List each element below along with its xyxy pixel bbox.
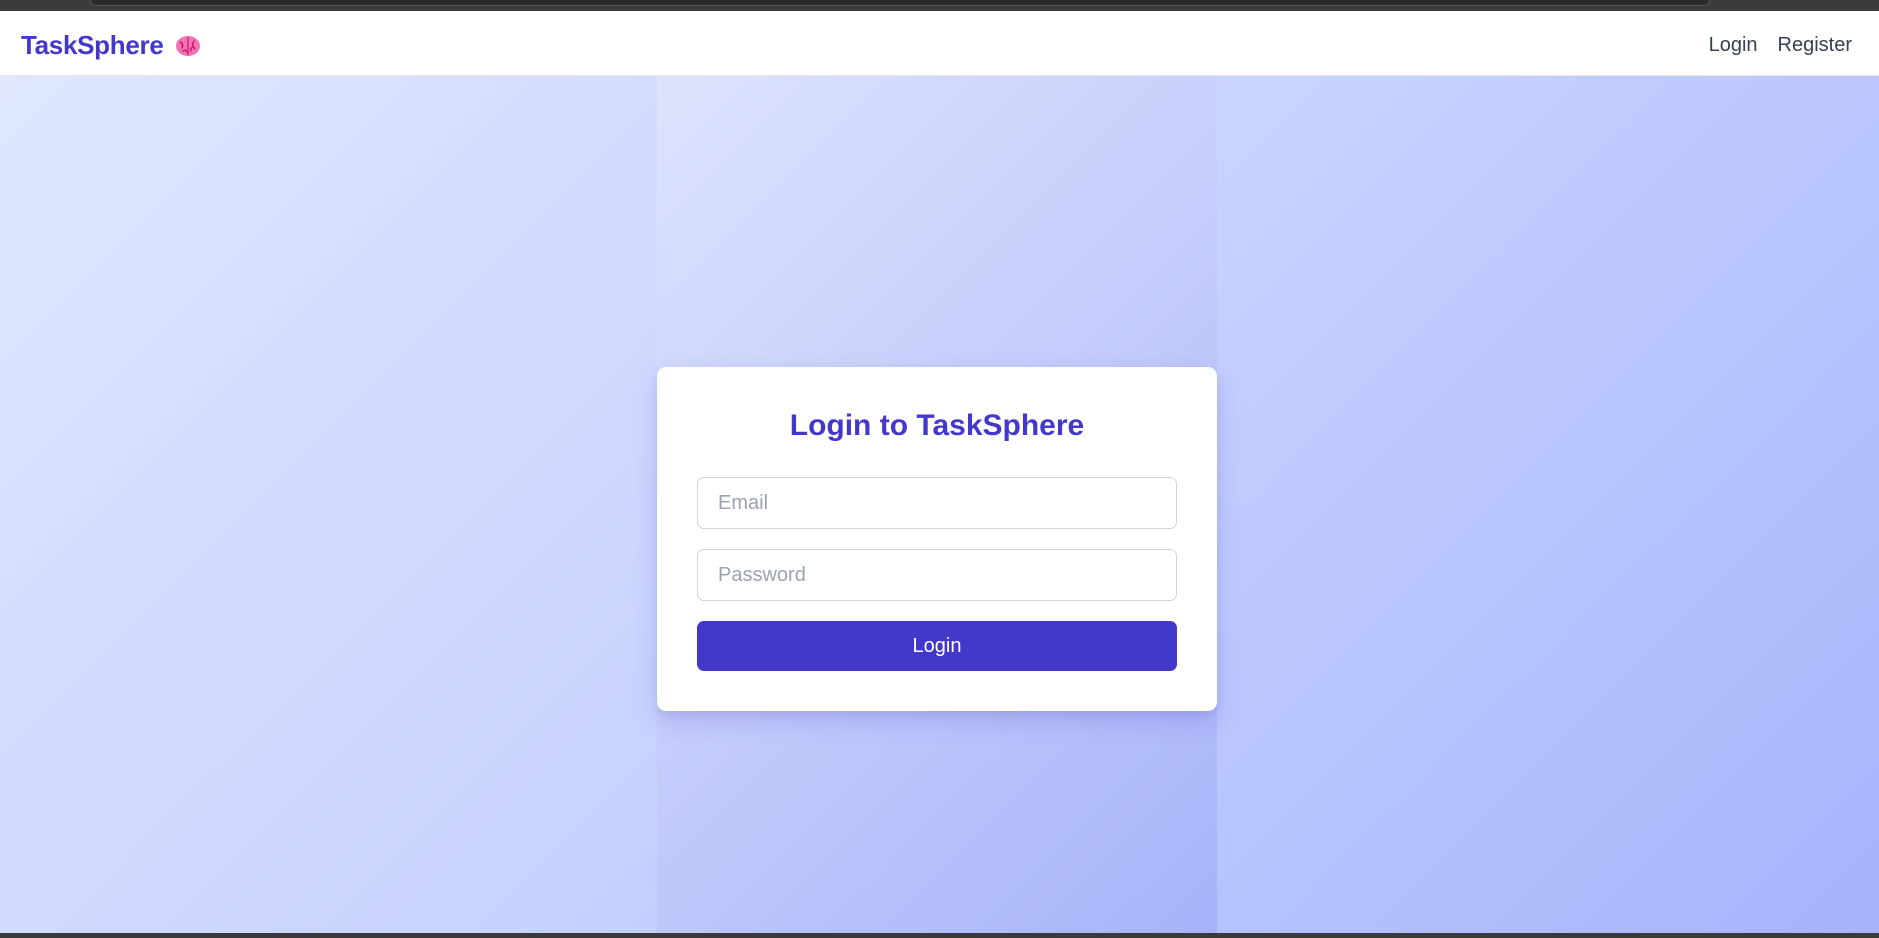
password-input[interactable] xyxy=(697,549,1177,601)
browser-bottom-chrome xyxy=(0,933,1879,938)
browser-top-chrome xyxy=(0,0,1879,11)
nav-links: Login Register xyxy=(1709,34,1852,57)
browser-address-bar-edge xyxy=(90,0,1710,6)
nav-register-link[interactable]: Register xyxy=(1778,34,1852,57)
brand-logo[interactable]: TaskSphere xyxy=(21,30,201,61)
email-input[interactable] xyxy=(697,477,1177,529)
brain-icon xyxy=(175,35,201,57)
nav-login-link[interactable]: Login xyxy=(1709,34,1758,57)
brand-name: TaskSphere xyxy=(21,30,164,60)
login-title: Login to TaskSphere xyxy=(789,409,1085,442)
login-card: Login to TaskSphere Login xyxy=(657,367,1217,711)
login-button[interactable]: Login xyxy=(697,621,1177,671)
navbar: TaskSphere Login Register xyxy=(0,11,1879,76)
